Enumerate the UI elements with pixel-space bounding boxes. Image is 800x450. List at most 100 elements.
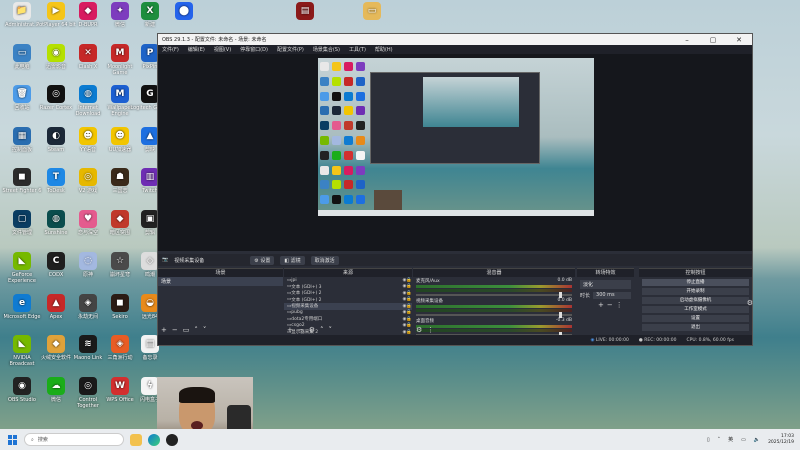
volume-slider[interactable] (416, 312, 572, 318)
source-settings-button[interactable]: ⚙ 设置 (250, 255, 275, 265)
obs-menubar: 文件(F) 编辑(E) 视图(V) 停靠窗口(D) 配置文件(P) 场景集合(S… (158, 45, 752, 54)
volume-slider[interactable] (416, 292, 572, 298)
app-icon: 🗑 (13, 85, 31, 103)
source-item[interactable]: ▭ 视频采集设备 ◉ 🔒 (284, 303, 412, 310)
file-explorer-icon[interactable] (130, 433, 142, 446)
app-icon: ◈ (79, 294, 97, 312)
mixer-track-header: 麦克风/Aux 0.0 dB (416, 278, 572, 284)
source-item[interactable]: ▭ jpi ◉ 🔒 (284, 277, 412, 284)
more-icon[interactable]: ⋮ (616, 301, 623, 309)
source-filters-button[interactable]: ◧ 滤镜 (280, 255, 305, 265)
desktop-icon[interactable]: ⬤ (164, 2, 204, 22)
preview-mini-icon (356, 135, 365, 145)
clock[interactable]: 17:03 2025/12/19 (768, 434, 794, 446)
menu-docks[interactable]: 停靠窗口(D) (240, 46, 268, 53)
move-up-icon[interactable]: ˄ (320, 326, 324, 334)
scenes-dock: 场景 场景 + − ▭ ˄ ˅ (158, 268, 283, 334)
remove-icon[interactable]: − (607, 301, 613, 309)
gear-icon[interactable]: ⚙ (416, 326, 422, 334)
notification-icon[interactable]: ▯ (707, 437, 710, 443)
lock-icon[interactable]: 🔒 (406, 284, 412, 289)
volume-meter (416, 309, 572, 312)
studio-mode-button[interactable]: 工作室模式 (642, 306, 749, 313)
preview-canvas[interactable] (318, 58, 594, 216)
menu-edit[interactable]: 编辑(E) (188, 46, 205, 53)
stop-streaming-button[interactable]: 停止直播 (642, 279, 749, 286)
remove-icon[interactable]: − (298, 326, 304, 334)
app-icon: ▭ (363, 2, 381, 20)
transition-select[interactable]: 淡化 (580, 280, 631, 289)
source-item[interactable]: ▭ dota2专用端口 ◉ 🔒 (284, 316, 412, 323)
settings-button[interactable]: 设置 (642, 315, 749, 322)
taskbar-search[interactable]: ⌕ 搜索 (24, 433, 124, 446)
add-icon[interactable]: + (287, 326, 293, 334)
app-icon: ✦ (111, 2, 129, 20)
lock-icon[interactable]: 🔒 (406, 297, 412, 302)
lock-icon[interactable]: 🔒 (406, 304, 412, 309)
preview-taskbar (318, 210, 594, 216)
lock-icon[interactable]: 🔒 (406, 317, 412, 322)
menu-help[interactable]: 帮助(H) (375, 46, 393, 53)
source-item[interactable]: ▭ 文本 (GDI+) 2 ◉ 🔒 (284, 290, 412, 297)
preview-nested-obs (370, 72, 540, 164)
deactivate-button[interactable]: 取消激活 (310, 255, 339, 265)
more-icon[interactable]: ⋮ (427, 326, 434, 334)
virtual-camera-gear-icon[interactable]: ⚙ (747, 299, 753, 307)
desktop-icon[interactable]: ▤ (285, 2, 325, 22)
app-icon: ◍ (79, 85, 97, 103)
close-icon[interactable]: ✕ (726, 36, 752, 44)
windows-start-icon[interactable] (8, 434, 18, 445)
lock-icon[interactable]: 🔒 (406, 278, 412, 283)
app-icon: ◐ (47, 127, 65, 145)
source-item[interactable]: ▭ pubg ◉ 🔒 (284, 310, 412, 317)
move-down-icon[interactable]: ˅ (203, 326, 207, 334)
move-down-icon[interactable]: ˅ (329, 326, 333, 334)
add-icon[interactable]: + (161, 326, 167, 334)
preview-mini-icon (344, 165, 353, 175)
desktop-icon[interactable]: ▭ (352, 2, 392, 22)
obs-taskbar-icon[interactable] (166, 433, 178, 446)
edge-icon[interactable] (148, 433, 160, 446)
gear-icon[interactable]: ⚙ (309, 326, 315, 334)
rec-icon: ● (638, 337, 643, 343)
source-item[interactable]: ▭ 文本 (GDI+) 2 ◉ 🔒 (284, 297, 412, 304)
app-icon: ☗ (111, 168, 129, 186)
menu-scene-collection[interactable]: 场景集合(S) (313, 46, 340, 53)
source-filters-label: 滤镜 (290, 257, 301, 264)
obs-titlebar[interactable]: OBS 29.1.3 - 配置文件: 未命名 - 场景: 未命名 – ▢ ✕ (158, 34, 752, 45)
menu-file[interactable]: 文件(F) (162, 46, 179, 53)
app-icon: W (111, 377, 129, 395)
search-icon: ⌕ (31, 436, 34, 443)
menu-view[interactable]: 视图(V) (214, 46, 231, 53)
minimize-icon[interactable]: – (674, 36, 700, 44)
lock-icon[interactable]: 🔒 (406, 291, 412, 296)
app-icon: ≋ (79, 335, 97, 353)
mixer-dock-title: 混音器 (413, 269, 575, 277)
volume-icon[interactable]: 🔈 (754, 437, 760, 443)
menu-tools[interactable]: 工具(T) (349, 46, 366, 53)
preview-mini-icon (320, 121, 329, 131)
volume-slider-knob[interactable] (559, 292, 562, 298)
exit-button[interactable]: 退出 (642, 324, 749, 331)
remove-icon[interactable]: − (172, 326, 178, 334)
preview-mini-icon (344, 91, 353, 101)
preview-mini-icon (356, 76, 365, 86)
volume-slider-knob[interactable] (559, 312, 562, 318)
app-icon: ▤ (296, 2, 314, 20)
duration-input[interactable]: 300 ms (593, 292, 631, 299)
scene-item[interactable]: 场景 (158, 277, 283, 286)
menu-profile[interactable]: 配置文件(P) (277, 46, 304, 53)
chevron-up-icon[interactable]: ˄ (718, 437, 721, 443)
move-up-icon[interactable]: ˄ (194, 326, 198, 334)
add-icon[interactable]: + (598, 301, 604, 309)
source-item[interactable]: ▭ 文本 (GDI+) 3 ◉ 🔒 (284, 284, 412, 291)
maximize-icon[interactable]: ▢ (700, 36, 726, 44)
camera-icon: 📷 (162, 257, 169, 263)
filter-icon[interactable]: ▭ (183, 326, 190, 334)
input-language[interactable]: 英 (728, 436, 733, 443)
preview-mini-icon (344, 121, 353, 131)
lock-icon[interactable]: 🔒 (406, 310, 412, 315)
start-recording-button[interactable]: 开始录制 (642, 288, 749, 295)
network-icon[interactable]: ▭ (741, 437, 746, 443)
virtual-camera-button[interactable]: 启动虚拟摄像机 (642, 297, 749, 304)
